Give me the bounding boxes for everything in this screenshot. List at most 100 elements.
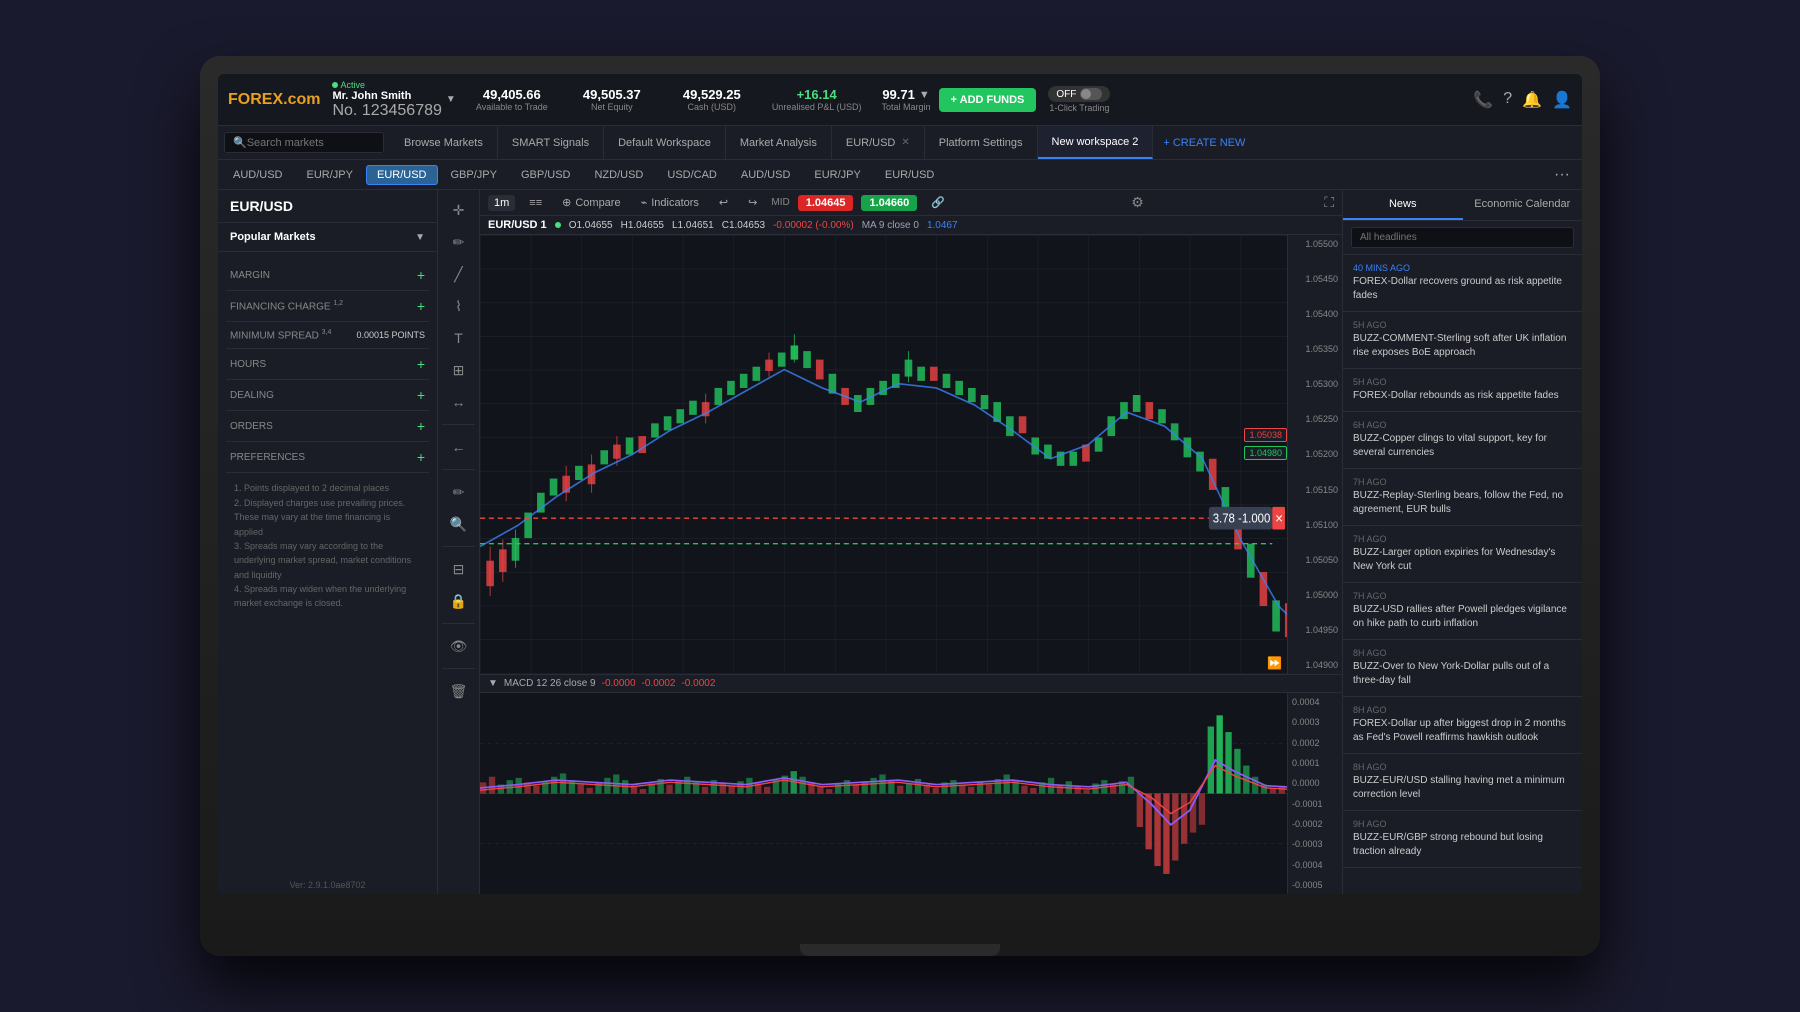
news-item-7[interactable]: 8H AGO BUZZ-Over to New York-Dollar pull…	[1343, 640, 1582, 697]
news-item-2[interactable]: 5H AGO FOREX-Dollar rebounds as risk app…	[1343, 369, 1582, 412]
margin-add[interactable]: +	[417, 267, 425, 283]
more-instruments-button[interactable]: ···	[1546, 166, 1578, 184]
chart-settings-button[interactable]: ⚙	[1131, 194, 1144, 211]
user-icon[interactable]: 👤	[1552, 90, 1572, 110]
help-icon[interactable]: ?	[1503, 90, 1512, 110]
chart-main[interactable]: 3.78 -1.000 ✕ 1.05500 1.05450 1.05400 1.…	[480, 235, 1342, 674]
phone-icon[interactable]: 📞	[1473, 90, 1493, 110]
macd-level--0.0005: -0.0005	[1292, 880, 1338, 890]
macd-collapse[interactable]: ▼	[488, 678, 498, 689]
news-item-0[interactable]: 40 MINS AGO FOREX-Dollar recovers ground…	[1343, 255, 1582, 312]
dealing-label: DEALING	[230, 390, 274, 401]
measure-tool[interactable]: ↔	[445, 388, 473, 416]
price-1.05250: 1.05250	[1292, 414, 1338, 424]
macd-level-0.0003: 0.0003	[1292, 717, 1338, 727]
tab-browse-markets[interactable]: Browse Markets	[390, 126, 498, 159]
net-equity-stat: 49,505.37 Net Equity	[572, 87, 652, 112]
news-search-input[interactable]	[1351, 227, 1574, 248]
ohlc-open: O1.04655	[569, 220, 613, 231]
chart-expand-button[interactable]: ⛶	[1324, 194, 1334, 211]
inst-tab-gbpjpy[interactable]: GBP/JPY	[440, 165, 508, 185]
search-box[interactable]: 🔍	[224, 132, 384, 153]
chart-container: 1m ≡≡ ⊕ Compare ⌁ Indicators ↩ ↪ MID 1.0…	[480, 190, 1342, 894]
chart-expand-handle[interactable]: ⏩	[1267, 656, 1282, 670]
tab-new-workspace[interactable]: New workspace 2	[1038, 126, 1154, 159]
inst-tab-eurjpy-1[interactable]: EUR/JPY	[296, 165, 364, 185]
inst-tab-audusd-1[interactable]: AUD/USD	[222, 165, 294, 185]
macd-label: MACD 12 26 close 9	[504, 678, 596, 689]
margin-label: Total Margin	[882, 102, 931, 112]
news-item-9[interactable]: 8H AGO BUZZ-EUR/USD stalling having met …	[1343, 754, 1582, 811]
orders-add[interactable]: +	[417, 418, 425, 434]
zoom-tool[interactable]: 🔍	[445, 510, 473, 538]
timeframe-selector[interactable]: 1m	[488, 195, 515, 211]
available-label: Available to Trade	[476, 102, 548, 112]
layers-tool[interactable]: ⊟	[445, 555, 473, 583]
tab-platform-settings[interactable]: Platform Settings	[925, 126, 1038, 159]
news-item-4[interactable]: 7H AGO BUZZ-Replay-Sterling bears, follo…	[1343, 469, 1582, 526]
financing-add[interactable]: +	[417, 298, 425, 314]
inst-tab-eurusd[interactable]: EUR/USD	[366, 165, 438, 185]
undo-button[interactable]: ↩	[713, 194, 734, 211]
inst-tab-eurusd-2[interactable]: EUR/USD	[874, 165, 946, 185]
dealing-add[interactable]: +	[417, 387, 425, 403]
sell-line-container: 1.05038	[1244, 428, 1287, 442]
candle-type-button[interactable]: ≡≡	[523, 195, 548, 211]
inst-tab-nzdusd[interactable]: NZD/USD	[583, 165, 654, 185]
preferences-add[interactable]: +	[417, 449, 425, 465]
news-item-3[interactable]: 6H AGO BUZZ-Copper clings to vital suppo…	[1343, 412, 1582, 469]
news-item-6[interactable]: 7H AGO BUZZ-USD rallies after Powell ple…	[1343, 583, 1582, 640]
market-selector[interactable]: Popular Markets ▼	[218, 223, 437, 252]
account-dropdown[interactable]: ▼	[446, 94, 456, 105]
inst-tab-eurjpy-2[interactable]: EUR/JPY	[803, 165, 871, 185]
price-1.04950: 1.04950	[1292, 625, 1338, 635]
spread-value: 0.00015 POINTS	[356, 330, 425, 340]
tab-eurusd-close[interactable]: ✕	[901, 137, 909, 148]
news-item-1[interactable]: 5H AGO BUZZ-COMMENT-Sterling soft after …	[1343, 312, 1582, 369]
logo-text: FOREX	[228, 91, 283, 108]
inst-tab-gbpusd[interactable]: GBP/USD	[510, 165, 582, 185]
inst-tab-audusd-2[interactable]: AUD/USD	[730, 165, 802, 185]
indicators-button[interactable]: ⌁ Indicators	[635, 194, 705, 211]
price-1.05400: 1.05400	[1292, 309, 1338, 319]
news-title-3: BUZZ-Copper clings to vital support, key…	[1353, 432, 1572, 460]
news-tab-news[interactable]: News	[1343, 190, 1463, 220]
redo-button[interactable]: ↪	[742, 194, 763, 211]
add-funds-button[interactable]: + ADD FUNDS	[939, 88, 1037, 112]
shapes-tool[interactable]: ⊞	[445, 356, 473, 384]
tab-browse-markets-label: Browse Markets	[404, 137, 483, 149]
notifications-icon[interactable]: 🔔	[1522, 90, 1542, 110]
toolbar-divider-3	[442, 546, 475, 547]
crosshair-tool[interactable]: ✛	[445, 196, 473, 224]
tab-market-analysis[interactable]: Market Analysis	[726, 126, 832, 159]
news-tab-calendar[interactable]: Economic Calendar	[1463, 190, 1583, 220]
text-tool[interactable]: T	[445, 324, 473, 352]
buy-price-badge[interactable]: 1.04660	[861, 195, 917, 211]
macd-svg	[480, 693, 1342, 894]
eye-tool[interactable]: 👁	[445, 632, 473, 660]
tab-default-workspace[interactable]: Default Workspace	[604, 126, 726, 159]
sell-price-badge[interactable]: 1.04645	[798, 195, 854, 211]
delete-tool[interactable]: 🗑	[445, 677, 473, 705]
create-new-button[interactable]: + CREATE NEW	[1153, 126, 1255, 159]
top-bar: FOREX.com Active Mr. John Smith No. 1234…	[218, 74, 1582, 126]
lock-tool[interactable]: 🔒	[445, 587, 473, 615]
link-button[interactable]: 🔗	[925, 194, 951, 211]
back-tool[interactable]: ←	[445, 433, 473, 461]
brush-tool[interactable]: ⌇	[445, 292, 473, 320]
news-item-8[interactable]: 8H AGO FOREX-Dollar up after biggest dro…	[1343, 697, 1582, 754]
search-input[interactable]	[247, 137, 367, 149]
hours-add[interactable]: +	[417, 356, 425, 372]
price-axis: 1.05500 1.05450 1.05400 1.05350 1.05300 …	[1287, 235, 1342, 674]
edit-tool[interactable]: ✏	[445, 478, 473, 506]
inst-tab-usdcad[interactable]: USD/CAD	[656, 165, 728, 185]
compare-icon: ⊕	[562, 196, 571, 209]
one-click-toggle[interactable]: OFF 1-Click Trading	[1048, 86, 1110, 113]
compare-button[interactable]: ⊕ Compare	[556, 194, 626, 211]
line-tool[interactable]: ╱	[445, 260, 473, 288]
news-item-5[interactable]: 7H AGO BUZZ-Larger option expiries for W…	[1343, 526, 1582, 583]
tab-eurusd[interactable]: EUR/USD ✕	[832, 126, 925, 159]
tab-smart-signals[interactable]: SMART Signals	[498, 126, 604, 159]
pen-tool[interactable]: ✏	[445, 228, 473, 256]
news-item-10[interactable]: 9H AGO BUZZ-EUR/GBP strong rebound but l…	[1343, 811, 1582, 868]
